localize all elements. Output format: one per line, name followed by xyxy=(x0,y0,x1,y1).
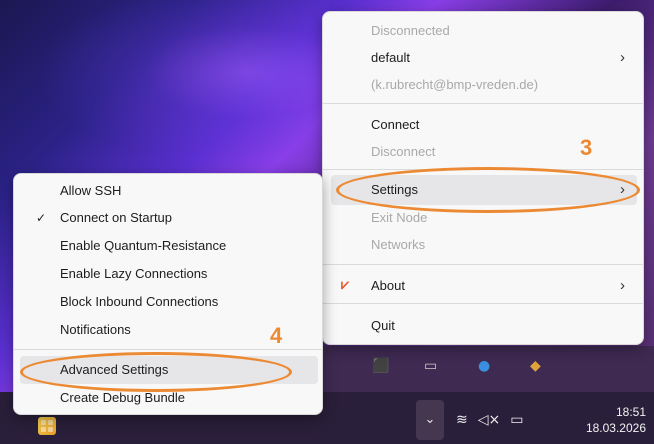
annotation-step-4: 4 xyxy=(270,323,283,348)
settings-item[interactable]: Settings xyxy=(371,182,418,197)
profile-item[interactable]: default xyxy=(371,50,410,65)
check-icon: ✓ xyxy=(36,211,47,225)
connect-item[interactable]: Connect xyxy=(371,117,419,132)
enable-lazy-connections-item[interactable]: Enable Lazy Connections xyxy=(60,266,207,281)
block-inbound-connections-item[interactable]: Block Inbound Connections xyxy=(60,294,218,309)
annotation-step-3: 3 xyxy=(580,135,593,160)
create-debug-bundle-item[interactable]: Create Debug Bundle xyxy=(60,390,185,405)
tray-context-menu: Disconnected default › (k.rubrecht@bmp-v… xyxy=(322,11,644,345)
menu-divider xyxy=(323,169,643,170)
notifications-item[interactable]: Notifications xyxy=(60,322,131,337)
networks-item: Networks xyxy=(371,237,426,252)
chevron-right-icon: › xyxy=(620,49,625,66)
system-tray: ≋ ◁× ▭ xyxy=(456,410,523,430)
exit-node-item: Exit Node xyxy=(371,210,428,225)
chevron-right-icon: › xyxy=(620,181,625,198)
app-icon[interactable]: ▭ xyxy=(424,358,437,374)
advanced-settings-item[interactable]: Advanced Settings xyxy=(60,362,168,377)
menu-divider xyxy=(323,303,643,304)
quit-item[interactable]: Quit xyxy=(371,318,395,333)
start-button[interactable] xyxy=(38,417,56,435)
speaker-muted-icon[interactable]: ◁× xyxy=(478,412,501,428)
app-icon[interactable]: ● xyxy=(478,358,490,374)
tray-overflow-chevron-icon[interactable]: ⌄ xyxy=(416,400,444,440)
menu-divider xyxy=(323,103,643,104)
clock-date: 18.03.2026 xyxy=(585,421,646,435)
account-label: (k.rubrecht@bmp-vreden.de) xyxy=(371,77,539,92)
chevron-right-icon: › xyxy=(620,277,625,294)
enable-quantum-resistance-item[interactable]: Enable Quantum-Resistance xyxy=(60,238,226,253)
disconnect-item: Disconnect xyxy=(371,144,436,159)
allow-ssh-item[interactable]: Allow SSH xyxy=(60,183,121,198)
menu-divider xyxy=(323,264,643,265)
taskbar-clock[interactable]: 18:51 18.03.2026 xyxy=(586,404,646,436)
battery-icon[interactable]: ▭ xyxy=(510,412,523,428)
about-item[interactable]: About xyxy=(371,278,405,293)
netbird-logo-icon: ⩗ xyxy=(341,276,349,292)
settings-submenu: Allow SSH ✓ Connect on Startup Enable Qu… xyxy=(13,173,323,415)
status-label: Disconnected xyxy=(371,23,450,38)
app-icon[interactable]: ◆ xyxy=(530,358,541,374)
wifi-icon[interactable]: ≋ xyxy=(456,412,468,428)
menu-divider xyxy=(14,349,322,350)
connect-on-startup-item[interactable]: Connect on Startup xyxy=(60,210,172,225)
clock-time: 18:51 xyxy=(615,405,646,419)
app-icon[interactable]: ⬛ xyxy=(372,358,389,374)
